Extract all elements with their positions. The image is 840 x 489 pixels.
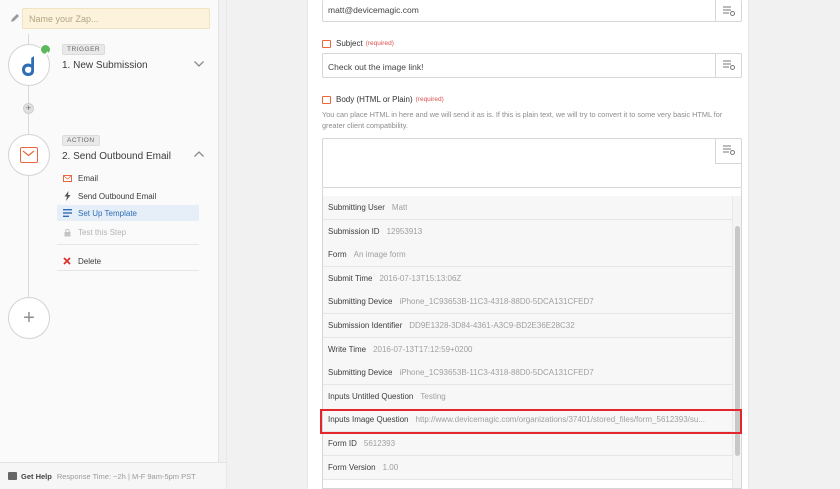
subject-input[interactable]: Check out the image link! (322, 53, 742, 78)
support-hours-text: | M-F 9am-5pm PST (127, 471, 196, 481)
insert-field-button[interactable] (715, 54, 741, 77)
field-sample-value: DD9E1328-3D84-4361-A3C9-BD2E36E28C32 (409, 321, 575, 330)
list-lines-icon (62, 208, 72, 218)
action-step-icon[interactable] (8, 134, 50, 176)
step-complete-check-icon (40, 44, 51, 57)
body-help-text: You can place HTML in here and we will s… (322, 110, 723, 130)
field-name: Submitting Device (328, 297, 393, 307)
zap-name-field[interactable]: Name your Zap... (6, 8, 210, 29)
field-sample-value: 2016-07-13T17:12:59+0200 (373, 344, 473, 354)
zap-editor-sidebar: Name your Zap... TRIGGER 1. New Submissi… (0, 0, 219, 489)
dropdown-scrollbar[interactable] (732, 196, 741, 488)
body-label-text: Body (HTML or Plain) (336, 95, 413, 104)
email-app-icon (322, 39, 331, 48)
plus-icon: + (23, 307, 35, 329)
field-sample-value: 2016-07-13T15:13:06Z (379, 273, 462, 283)
get-help-link[interactable]: Get Help (21, 472, 52, 481)
field-sample-value: Testing (420, 391, 446, 401)
email-app-icon (322, 95, 331, 104)
sidebar-item-label: Set Up Template (78, 208, 137, 218)
subject-label-text: Subject (336, 39, 363, 48)
field-sample-value: iPhone_1C93653B-11C3-4318-88D0-5DCA131CF… (399, 368, 594, 378)
zap-name-input[interactable]: Name your Zap... (22, 8, 210, 29)
field-name: Write Time (328, 344, 367, 354)
to-email-value: matt@devicemagic.com (328, 5, 419, 15)
dropdown-field-option[interactable]: Inputs Untitled Question Testing (323, 384, 734, 409)
lightning-bolt-icon (62, 191, 72, 201)
insert-field-icon (723, 60, 735, 70)
body-textarea[interactable] (322, 138, 742, 188)
field-sample-value: 5612393 (363, 439, 396, 448)
action-step-title[interactable]: 2. Send Outbound Email (62, 151, 171, 162)
dropdown-field-option[interactable]: Form Version 1.00 (323, 455, 734, 480)
divider (226, 0, 227, 489)
dropdown-field-option[interactable]: Form ID 5612393 (323, 432, 734, 456)
field-name: Form ID (328, 439, 357, 448)
field-name: Form (328, 250, 347, 260)
field-name: Form Version (328, 462, 376, 472)
highlight-box (320, 409, 742, 434)
devicemagic-logo-icon (22, 56, 34, 76)
dropdown-field-option[interactable]: Form An image form (323, 243, 734, 268)
response-time-text: Response Time: ~2h (56, 471, 126, 481)
help-bar: Get Help Response Time: ~2h | M-F 9am-5p… (0, 462, 226, 489)
field-sample-value: iPhone_1C93653B-11C3-4318-88D0-5DCA131CF… (399, 297, 594, 307)
add-step-button[interactable]: + (8, 297, 50, 339)
field-name: Submit Time (328, 273, 373, 283)
dropdown-field-option[interactable]: Submit Time 2016-07-13T15:13:06Z (323, 266, 734, 291)
trigger-step-title[interactable]: 1. New Submission (62, 60, 148, 71)
dropdown-field-option[interactable]: Submission Identifier DD9E1328-3D84-4361-… (323, 314, 734, 338)
chat-bubble-icon (8, 472, 17, 480)
field-name: Submission Identifier (328, 321, 403, 330)
insert-field-dropdown: Submitting User Matt Submission ID 12953913… (322, 188, 742, 489)
subject-value: Check out the image link! (328, 62, 424, 72)
field-sample-value: 12953913 (386, 226, 423, 236)
field-sample-value: An image form (353, 250, 406, 260)
insert-step-plus-icon[interactable]: + (23, 103, 34, 114)
flow-connector (28, 34, 29, 44)
field-name: Submitting User (328, 203, 385, 212)
trigger-badge: TRIGGER (62, 44, 106, 55)
insert-field-button[interactable] (715, 139, 741, 164)
divider (57, 270, 199, 271)
body-label: Body (HTML or Plain) (required) (322, 95, 444, 104)
divider (57, 244, 199, 245)
dropdown-field-option[interactable]: Submitting User Matt (323, 196, 734, 220)
dropdown-field-option[interactable]: Write Time 2016-07-13T17:12:59+0200 (323, 337, 734, 362)
required-marker: (required) (365, 40, 394, 47)
pencil-icon (11, 14, 19, 22)
subject-label: Subject (required) (322, 39, 394, 48)
required-marker: (required) (415, 96, 444, 103)
to-email-input[interactable]: matt@devicemagic.com (322, 0, 742, 22)
sidebar-item-set-up-template[interactable]: Set Up Template (57, 205, 199, 221)
delete-step-button[interactable]: Delete (57, 253, 199, 269)
sidebar-item-email[interactable]: Email (57, 170, 199, 186)
flow-connector (28, 176, 29, 297)
email-app-icon (62, 173, 72, 183)
sidebar-item-test-this-step[interactable]: Test this Step (57, 224, 199, 240)
sidebar-item-label: Send Outbound Email (78, 191, 157, 201)
sidebar-item-send-outbound-email[interactable]: Send Outbound Email (57, 188, 199, 204)
email-icon (20, 147, 38, 163)
dropdown-field-option[interactable]: Submitting Device iPhone_1C93653B-11C3-43… (323, 290, 734, 315)
dropdown-field-option[interactable]: Submission ID 12953913 (323, 219, 734, 244)
field-name: Inputs Untitled Question (328, 391, 414, 401)
sidebar-item-label: Delete (78, 256, 102, 266)
insert-field-icon (723, 6, 735, 16)
field-sample-value: Matt (391, 203, 408, 212)
close-x-icon (62, 256, 72, 266)
field-sample-value: 1.00 (382, 462, 399, 472)
sidebar-item-label: Email (78, 173, 99, 183)
insert-field-button[interactable] (715, 0, 741, 21)
field-name: Submitting Device (328, 368, 393, 378)
sidebar-item-label: Test this Step (78, 227, 127, 237)
insert-field-icon (723, 145, 735, 155)
chevron-up-icon[interactable] (193, 150, 205, 158)
lock-icon (62, 227, 72, 237)
chevron-down-icon[interactable] (193, 60, 205, 68)
field-name: Submission ID (328, 226, 380, 236)
action-badge: ACTION (62, 135, 100, 146)
dropdown-field-option[interactable]: Submitting Device iPhone_1C93653B-11C3-43… (323, 361, 734, 386)
